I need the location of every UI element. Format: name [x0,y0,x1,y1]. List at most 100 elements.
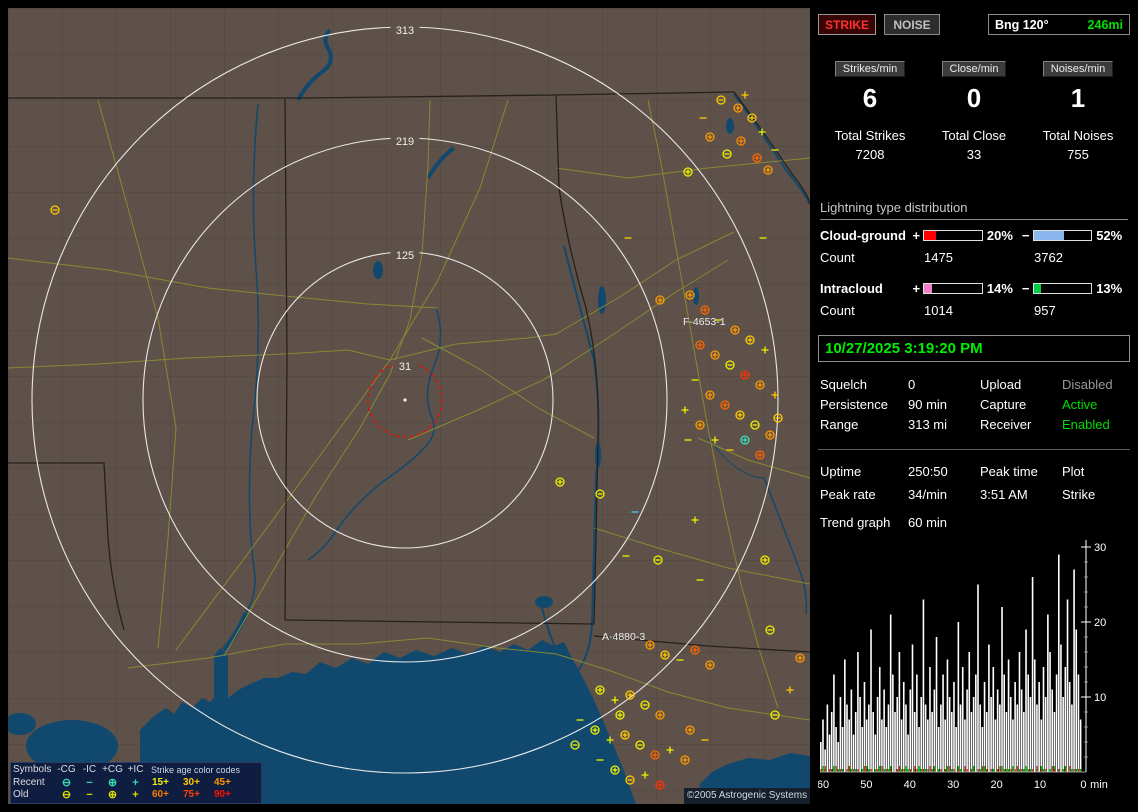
strike-indicator-button[interactable]: STRIKE [818,14,876,35]
strike-rate-bar [942,674,944,772]
capture-status: Active [1062,396,1098,412]
plot-mode-value: Strike [1062,487,1096,502]
strike-rate-bar [1014,682,1016,772]
close-rate-bar [1051,766,1053,772]
strike-rate-bar [892,674,894,772]
strike-rate-bar [951,712,953,772]
strike-rate-bar [835,727,837,772]
close-per-min-chip[interactable]: Close/min [941,61,1007,77]
close-rate-bar [944,769,946,772]
uptime-value: 250:50 [908,464,948,479]
strike-rate-bar [1047,614,1049,772]
strike-rate-bar [896,697,899,772]
bearing-label: Bng 120° [995,17,1049,32]
peak-rate-value: 34/min [908,487,948,502]
close-rate-bar [1032,769,1034,772]
close-rate-bar [1021,769,1023,772]
strike-rate-bar [911,644,914,772]
noise-rate-bar [1018,769,1021,772]
strike-rate-bar [1040,719,1043,772]
x-tick-label: 20 [990,779,1002,791]
distribution-title: Lightning type distribution [820,200,1128,220]
strike-rate-bar [1057,554,1060,772]
strike-rate-bar [999,704,1001,772]
ic-positive-bar [923,283,983,294]
strike-rate-bar [992,667,995,772]
noise-indicator-button[interactable]: NOISE [884,14,940,35]
close-rate-bar [1045,769,1047,772]
close-rate-bar [997,769,999,772]
range-value: 313 mi [908,416,948,432]
total-close-label: Total Close [941,128,1007,143]
strike-rate-bar [970,712,973,772]
settings-section: Squelch 0 Upload Disabled Persistence 90… [820,374,1130,434]
upload-status: Disabled [1062,376,1113,392]
strike-rate-bar [946,659,949,772]
strike-rate-bar [922,599,925,772]
strike-rate-bar [881,719,883,772]
close-rate-bar [949,766,951,772]
trend-window-value: 60 min [908,515,948,530]
close-rate-bar [1058,769,1060,772]
distribution-section: Lightning type distribution Cloud-ground… [820,200,1128,318]
strike-rate-bar [979,704,981,772]
strike-legend: Symbols -CG -IC +CG +IC Strike age color… [10,762,262,804]
trend-graph: 10 20 30 60 50 40 30 20 10 0 min [818,540,1108,791]
close-rate-bar [990,769,992,772]
close-rate-bar [916,769,918,772]
close-rate-bar [923,769,925,772]
upload-label: Upload [980,376,1022,392]
legend-strike-symbol: + [132,789,139,802]
close-rate-bar [853,769,855,772]
noise-rate-bar [1005,769,1008,772]
legend-age-code: 15+ [152,776,169,788]
cloud-ground-row: Cloud-ground + 20% − 52% [820,228,1128,243]
persistence-label: Persistence [820,396,888,412]
close-rate-bar [1078,769,1080,772]
strike-rate-bar [944,719,947,772]
close-rate-bar [820,769,822,772]
strikes-per-min-chip[interactable]: Strikes/min [834,61,906,77]
strike-rate-bar [1075,629,1078,772]
x-tick-label: 60 [818,779,829,791]
strike-rate-bar [966,689,968,772]
close-rate-bar [864,766,866,772]
strike-rate-bar [1003,674,1005,772]
ic-positive-pct: 14% [986,281,1013,296]
strike-rate-bar [1060,644,1062,772]
strike-rate-bar [916,674,918,772]
rates-section: Strikes/min 6 Total Strikes 7208 Close/m… [818,60,1130,162]
map-canvas[interactable]: 313 219 125 31 F-4653-1 A-4880-3 [4,8,811,804]
x-axis-unit: min [1090,779,1108,791]
strike-rate-bar [959,704,962,772]
strike-rate-bar [885,727,888,772]
total-strikes-label: Total Strikes [834,128,906,143]
strike-rate-bar [1071,704,1073,772]
legend-age-code: 30+ [183,776,200,788]
strike-rate-bar [874,734,877,772]
ic-count-label: Count [820,303,855,318]
strike-rate-bar [1062,697,1064,772]
bearing-range-value: 246mi [1087,17,1123,32]
strike-rate-bar [985,712,988,772]
noises-per-min-chip[interactable]: Noises/min [1042,61,1114,77]
strike-rate-bar [883,689,885,772]
strike-rate-bar [887,704,890,772]
legend-strike-symbol: − [86,789,93,802]
strike-rate-bar [1029,697,1032,772]
legend-strike-symbol: ⊕ [107,789,118,802]
close-rate-bar [899,766,900,772]
close-rate-bar [929,766,931,772]
total-strikes-value: 7208 [855,147,885,162]
ring-distance-label: 125 [396,250,414,262]
legend-old-row: Old ⊖ − ⊕ + 60+ 75+ 90+ [13,789,259,802]
strike-rate-bar [1051,689,1054,772]
cg-negative-pct: 52% [1096,228,1123,243]
strike-rate-bar [988,644,990,772]
legend-recent-ages: 15+ 30+ 45+ [147,777,240,789]
strike-rate-bar [870,629,872,772]
noise-rate-bar [1025,766,1027,772]
close-rate-bar [1073,769,1075,772]
strikes-rate-column: Strikes/min 6 Total Strikes 7208 [818,60,922,162]
noise-rate-bar [1049,769,1051,772]
